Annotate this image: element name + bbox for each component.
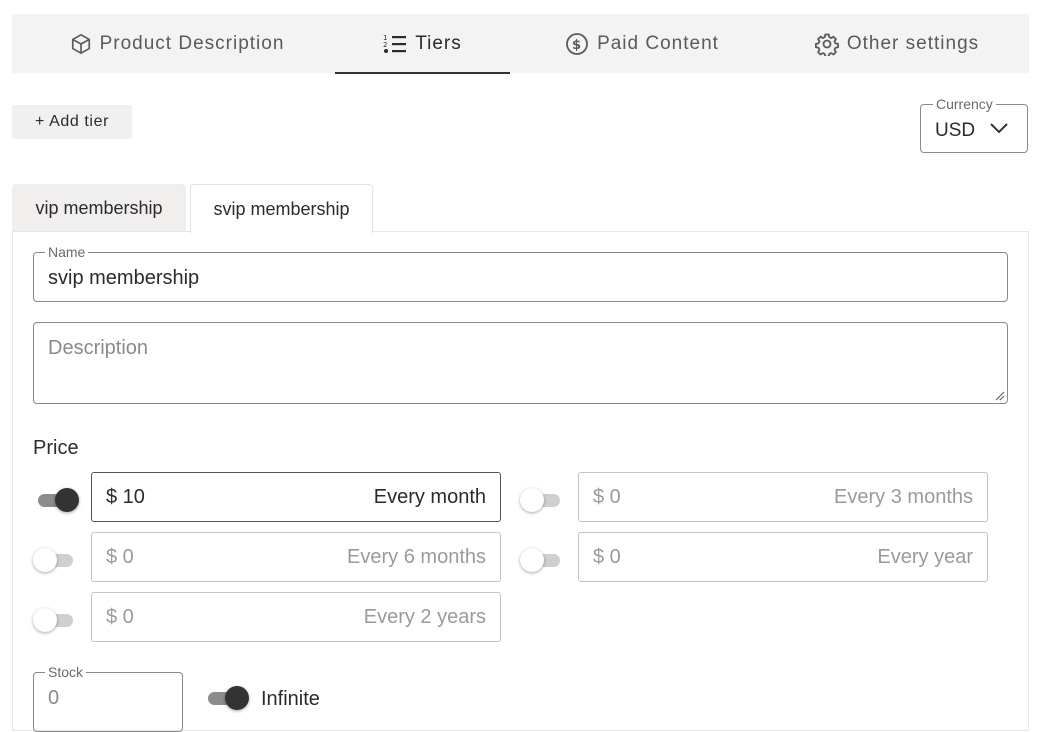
price-toggle-monthly[interactable] [34, 487, 79, 513]
svg-text:$: $ [572, 38, 582, 53]
gear-icon [814, 33, 839, 56]
price-toggle-6-months[interactable] [33, 547, 77, 573]
price-toggle-yearly[interactable] [520, 547, 564, 573]
price-amount: $ 0 [106, 546, 134, 568]
infinite-label: Infinite [261, 688, 320, 710]
tab-label: Other settings [846, 32, 980, 54]
price-toggle-2-years[interactable] [33, 607, 77, 633]
price-input-monthly[interactable]: $ 10 Every month [91, 472, 501, 522]
resize-handle-icon[interactable] [995, 391, 1005, 401]
price-label: Price [33, 437, 79, 459]
price-input-3-months[interactable]: $ 0 Every 3 months [578, 472, 988, 522]
price-input-6-months[interactable]: $ 0 Every 6 months [91, 532, 501, 582]
price-period: Every 3 months [834, 486, 973, 508]
price-period: Every 2 years [363, 606, 486, 628]
price-input-2-years[interactable]: $ 0 Every 2 years [91, 592, 501, 642]
tab-paid-content[interactable]: $ Paid Content [547, 14, 737, 73]
price-amount: $ 0 [593, 486, 621, 508]
stock-field[interactable]: Stock 0 [33, 664, 183, 732]
tier-tab-svip[interactable]: svip membership [190, 184, 373, 233]
stock-value: 0 [48, 687, 60, 709]
price-amount: $ 0 [593, 546, 621, 568]
tab-label: Paid Content [597, 32, 719, 54]
list-icon: 1 2 [383, 34, 407, 53]
price-period: Every 6 months [347, 546, 486, 568]
chevron-down-icon [990, 123, 1008, 134]
tab-other-settings[interactable]: Other settings [802, 14, 992, 73]
active-tab-indicator [335, 72, 510, 74]
description-placeholder: Description [48, 337, 149, 359]
price-amount: $ 0 [106, 606, 134, 628]
name-field[interactable]: Name svip membership [33, 244, 1008, 302]
currency-select[interactable]: Currency USD [920, 96, 1028, 153]
tier-tab-vip[interactable]: vip membership [12, 184, 186, 232]
name-label: Name [45, 244, 89, 260]
infinite-toggle[interactable] [204, 685, 249, 711]
tab-bar: Product Description 1 2 Tiers $ Paid Con… [12, 14, 1029, 74]
currency-value: USD [935, 120, 976, 141]
stock-label: Stock [45, 664, 87, 680]
cube-icon [71, 33, 90, 54]
price-period: Every month [373, 486, 486, 508]
currency-label: Currency [933, 96, 996, 112]
price-toggle-3-months[interactable] [520, 487, 564, 513]
name-value: svip membership [48, 267, 200, 289]
price-amount: $ 10 [106, 486, 145, 508]
dollar-circle-icon: $ [566, 32, 588, 55]
description-field[interactable]: Description [33, 322, 1008, 404]
tab-tiers[interactable]: 1 2 Tiers [335, 14, 510, 74]
tab-label: Product Description [99, 32, 285, 54]
add-tier-button[interactable]: + Add tier [12, 105, 132, 139]
tab-product-description[interactable]: Product Description [52, 14, 302, 73]
tab-label: Tiers [415, 32, 462, 54]
price-input-yearly[interactable]: $ 0 Every year [578, 532, 988, 582]
price-period: Every year [877, 546, 973, 568]
svg-text:2: 2 [383, 41, 388, 49]
